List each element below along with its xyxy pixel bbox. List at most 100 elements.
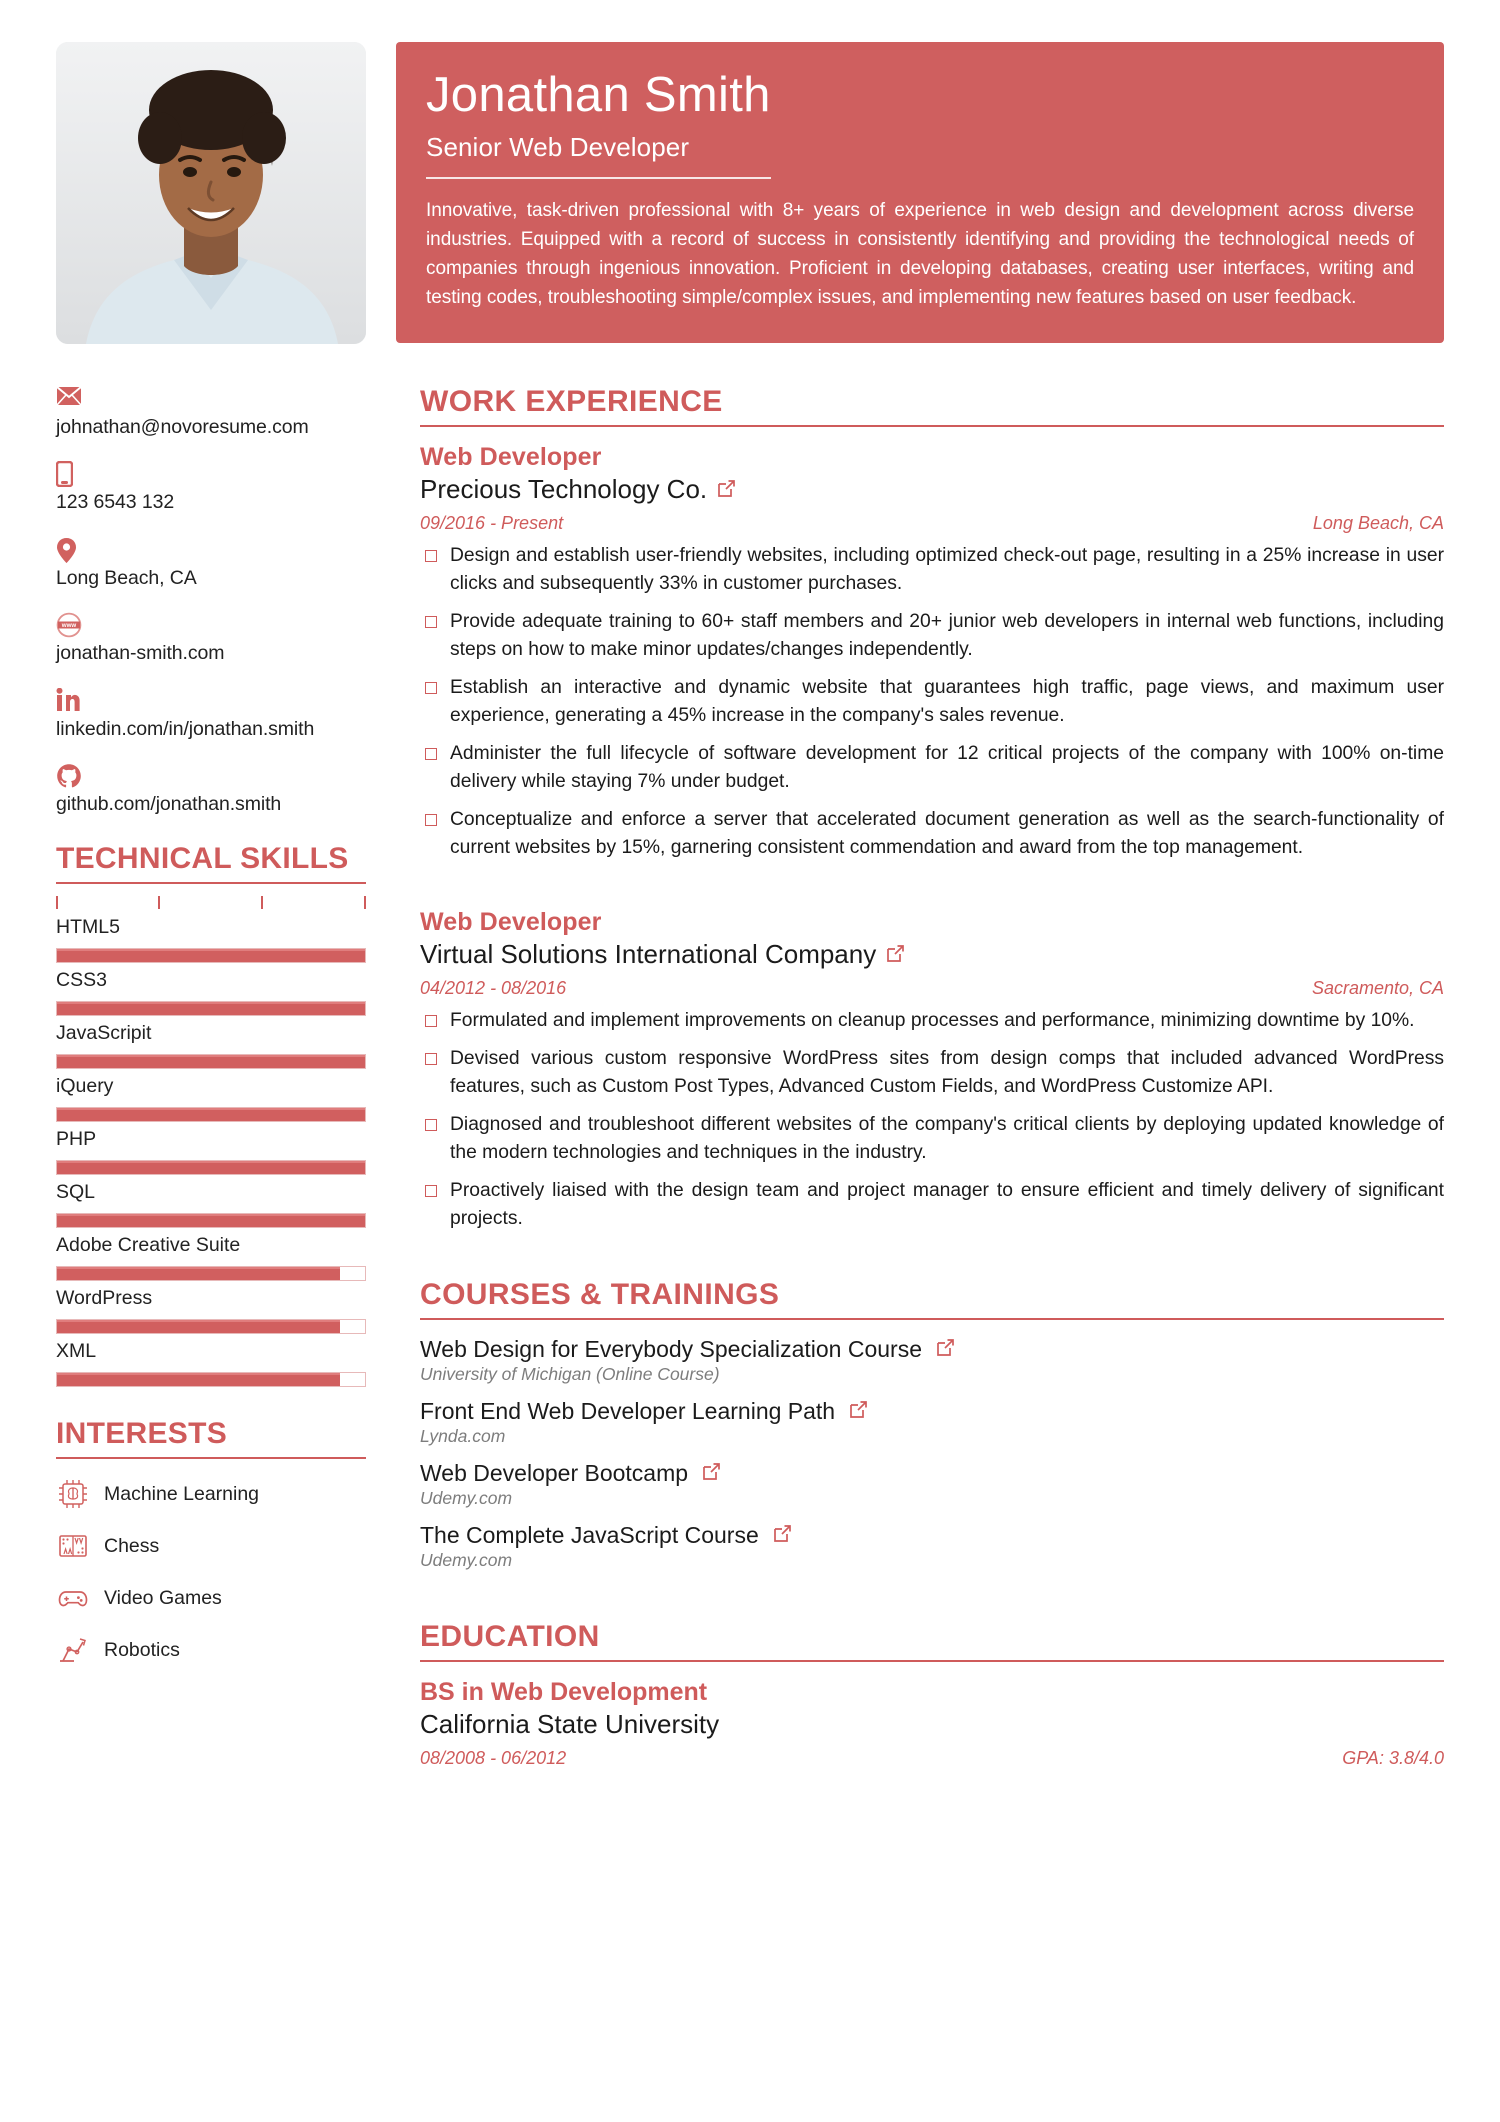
external-link-icon[interactable] (886, 944, 905, 967)
job-company-name: Virtual Solutions International Company (420, 938, 877, 969)
profile-photo-illustration (56, 42, 366, 344)
skill-bar-track (56, 1266, 366, 1282)
skill-item: SQL (56, 1181, 366, 1229)
contact-item-phone[interactable]: 123 6543 132 (56, 461, 366, 514)
header-banner: Jonathan Smith Senior Web Developer Inno… (396, 42, 1444, 343)
course-entry: The Complete JavaScript Course Udemy.com (420, 1522, 1444, 1571)
job-meta: 09/2016 - Present Long Beach, CA (420, 513, 1444, 534)
course-source: University of Michigan (Online Course) (420, 1364, 720, 1385)
skill-bar-track (56, 948, 366, 964)
contact-phone-value: 123 6543 132 (56, 491, 175, 514)
skill-label: CSS3 (56, 969, 107, 992)
skill-bar-fill (57, 1055, 365, 1069)
contact-github-value: github.com/jonathan.smith (56, 792, 282, 815)
contact-list: johnathan@novoresume.com 123 6543 132 Lo… (56, 386, 366, 816)
contact-item-email[interactable]: johnathan@novoresume.com (56, 386, 366, 439)
course-title-text: The Complete JavaScript Course (420, 1522, 759, 1549)
skill-label: WordPress (56, 1287, 153, 1310)
page-title: Jonathan Smith (426, 68, 771, 122)
technical-skills-section: TECHNICAL SKILLS HTML5 CSS3 JavaScripit iQu… (56, 842, 366, 1388)
skill-bar-fill (57, 949, 365, 963)
job-role-title: Web Developer (420, 443, 602, 471)
work-experience-heading: WORK EXPERIENCE (420, 385, 723, 418)
skill-label: PHP (56, 1128, 97, 1151)
course-title-text: Front End Web Developer Learning Path (420, 1398, 836, 1425)
external-link-icon[interactable] (717, 479, 736, 502)
job-location: Sacramento, CA (1311, 977, 1444, 998)
skill-bar-fill (57, 1214, 365, 1228)
phone-icon (56, 461, 366, 488)
svg-text:www: www (61, 622, 77, 629)
chess-board-icon (56, 1529, 90, 1563)
skill-item: JavaScripit (56, 1022, 366, 1070)
main-content: WORK EXPERIENCE Web Developer Precious Te… (420, 385, 1444, 1769)
interest-item-robotics[interactable]: Robotics (56, 1633, 366, 1667)
profile-photo (56, 42, 366, 344)
skill-bar-fill (57, 1002, 365, 1016)
job-bullet: Conceptualize and enforce a server that … (420, 806, 1444, 862)
job-dates: 09/2016 - Present (420, 513, 564, 533)
contact-item-location[interactable]: Long Beach, CA (56, 537, 366, 590)
job-meta: 04/2012 - 08/2016 Sacramento, CA (420, 978, 1444, 999)
job-bullet: Diagnosed and troubleshoot different web… (420, 1111, 1444, 1167)
contact-item-linkedin[interactable]: linkedin.com/in/jonathan.smith (56, 687, 366, 741)
contact-website-value: jonathan-smith.com (56, 642, 225, 665)
job-bullet: Proactively liaised with the design team… (420, 1177, 1444, 1233)
external-link-icon[interactable] (773, 1524, 792, 1547)
job-company: Virtual Solutions International Company (420, 939, 1444, 970)
skills-list: HTML5 CSS3 JavaScripit iQuery PHP SQL Adobe Cr… (56, 916, 366, 1388)
skill-bar-fill (57, 1320, 341, 1334)
skill-label: SQL (56, 1181, 96, 1204)
gamepad-icon (56, 1581, 90, 1615)
skill-item: WordPress (56, 1287, 366, 1335)
job-entry: Web Developer Virtual Solutions Internati… (420, 908, 1444, 1233)
interest-label: Chess (104, 1534, 160, 1557)
skill-label: JavaScripit (56, 1022, 152, 1045)
job-entry: Web Developer Precious Technology Co. 09/2… (420, 443, 1444, 862)
education-school: California State University (420, 1709, 720, 1740)
contact-item-website[interactable]: www jonathan-smith.com (56, 612, 366, 665)
skill-item: iQuery (56, 1075, 366, 1123)
skill-bar-fill (57, 1108, 365, 1122)
course-entry: Front End Web Developer Learning Path Lyn… (420, 1398, 1444, 1447)
work-experience-divider (420, 425, 1444, 427)
work-experience-section: WORK EXPERIENCE Web Developer Precious Te… (420, 385, 1444, 1232)
interest-item-chess[interactable]: Chess (56, 1529, 366, 1563)
skill-label: Adobe Creative Suite (56, 1234, 241, 1257)
interest-label: Robotics (104, 1638, 180, 1661)
skill-bar-track (56, 1001, 366, 1017)
course-source: Udemy.com (420, 1550, 513, 1571)
job-bullet: Devised various custom responsive WordPr… (420, 1045, 1444, 1101)
course-title: Web Design for Everybody Specialization … (420, 1336, 1444, 1363)
interest-item-machine-learning[interactable]: Machine Learning (56, 1477, 366, 1511)
location-pin-icon (56, 537, 366, 563)
robot-arm-icon (56, 1633, 90, 1667)
interest-item-video-games[interactable]: Video Games (56, 1581, 366, 1615)
skill-item: CSS3 (56, 969, 366, 1017)
job-location: Long Beach, CA (1312, 513, 1444, 533)
external-link-icon[interactable] (936, 1338, 955, 1361)
website-www-icon: www (56, 612, 366, 638)
job-bullet: Design and establish user-friendly websi… (420, 542, 1444, 598)
education-gpa: GPA: 3.8/4.0 (1342, 1748, 1444, 1769)
contact-item-github[interactable]: github.com/jonathan.smith (56, 763, 366, 816)
external-link-icon[interactable] (702, 1462, 721, 1485)
professional-summary: Innovative, task-driven professional wit… (426, 200, 1414, 309)
job-bullets: Design and establish user-friendly websi… (420, 542, 1444, 862)
github-icon (56, 763, 366, 789)
course-title-text: Web Design for Everybody Specialization … (420, 1336, 922, 1363)
job-bullets: Formulated and implement improvements on… (420, 1007, 1444, 1233)
sidebar: johnathan@novoresume.com 123 6543 132 Lo… (56, 42, 366, 1667)
job-bullet: Provide adequate training to 60+ staff m… (420, 608, 1444, 664)
skills-scale-ticks (56, 892, 366, 910)
course-entry: Web Design for Everybody Specialization … (420, 1336, 1444, 1385)
job-company: Precious Technology Co. (420, 474, 1444, 505)
skill-bar-track (56, 1107, 366, 1123)
skill-label: HTML5 (56, 916, 120, 939)
banner-divider (426, 177, 771, 180)
external-link-icon[interactable] (849, 1400, 868, 1423)
job-role-title: Web Developer (420, 907, 602, 936)
education-divider (420, 1660, 1444, 1663)
skill-bar-track (56, 1319, 366, 1335)
